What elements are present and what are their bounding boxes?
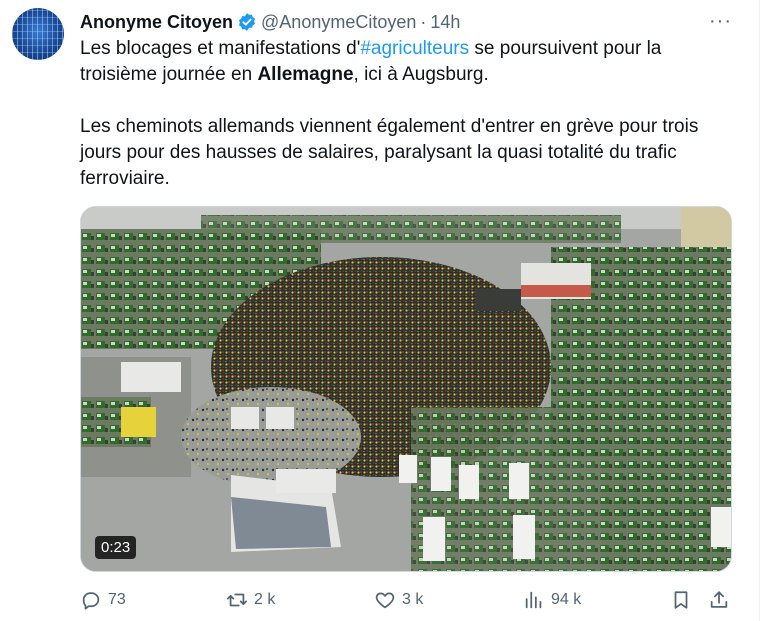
tweet-header: Anonyme Citoyen @AnonymeCitoyen · 14h — [80, 10, 738, 34]
views-icon — [525, 591, 542, 609]
author-name[interactable]: Anonyme Citoyen — [80, 12, 233, 33]
verified-badge-icon — [239, 13, 256, 31]
reply-button[interactable]: 73 — [80, 585, 126, 615]
more-icon[interactable]: ··· — [709, 10, 732, 33]
retweet-count: 2 k — [254, 591, 276, 608]
like-count: 3 k — [402, 591, 424, 608]
text-segment: Les blocages et manifestations d' — [80, 38, 361, 59]
reply-count: 73 — [108, 591, 126, 608]
header-separator: · — [420, 11, 427, 32]
reply-icon — [82, 592, 100, 610]
video-duration: 0:23 — [95, 536, 137, 559]
retweet-icon — [226, 593, 248, 607]
timeline-border — [759, 0, 760, 621]
video-thumbnail — [81, 207, 731, 571]
tweet-paragraph-2: Les cheminots allemands viennent égaleme… — [80, 116, 699, 189]
action-bar: 73 2 k 3 k 94 k — [80, 585, 740, 615]
like-icon — [375, 592, 395, 609]
like-button[interactable]: 3 k — [374, 585, 423, 615]
tweet-text: Les blocages et manifestations d'#agricu… — [80, 36, 730, 192]
hashtag-link[interactable]: #agriculteurs — [360, 38, 469, 59]
share-button[interactable] — [708, 585, 730, 615]
text-segment: , ici à Augsburg. — [353, 64, 489, 85]
views-count: 94 k — [551, 591, 582, 608]
bookmark-button[interactable] — [670, 585, 692, 615]
avatar[interactable] — [12, 8, 64, 60]
retweet-button[interactable]: 2 k — [226, 585, 275, 615]
avatar-pattern — [12, 8, 64, 60]
views-button[interactable]: 94 k — [523, 585, 581, 615]
bookmark-icon — [674, 591, 688, 609]
video-player[interactable]: 0:23 — [80, 206, 732, 572]
tweet-timestamp[interactable]: 14h — [430, 12, 460, 33]
share-icon — [710, 591, 728, 608]
author-handle[interactable]: @AnonymeCitoyen — [261, 12, 416, 33]
bold-text: Allemagne — [257, 64, 354, 85]
tweet-paragraph-1: Les blocages et manifestations d'#agricu… — [80, 36, 730, 88]
